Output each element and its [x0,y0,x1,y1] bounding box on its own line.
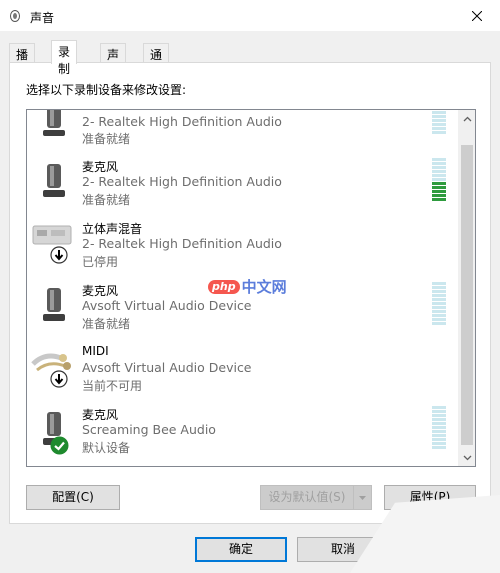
tab-sounds[interactable]: 声音 [100,43,127,79]
device-name: MIDI [82,344,109,358]
scroll-up-button[interactable] [459,110,475,127]
chevron-down-icon [359,495,366,500]
device-status: 当前不可用 [82,379,143,393]
ok-button[interactable]: 确定 [195,537,287,562]
scroll-thumb[interactable] [461,145,473,445]
set-default-button[interactable]: 设为默认值(S) [260,485,372,510]
set-default-dropdown[interactable] [353,486,371,509]
device-status: 准备就绪 [82,132,131,146]
device-name: 立体声混音 [82,222,143,236]
configure-button[interactable]: 配置(C) [26,485,120,510]
watermark-badge: php [208,279,240,294]
device-item[interactable]: 立体声混音 2- Realtek High Definition Audio 已… [27,220,459,282]
chevron-down-icon [463,455,472,460]
microphone-icon [43,110,65,136]
tab-recording[interactable]: 录制 [51,40,78,76]
device-status: 准备就绪 [82,193,131,207]
vertical-scrollbar[interactable] [458,110,475,466]
window-title: 声音 [30,11,55,25]
device-driver: 2- Realtek High Definition Audio [82,174,282,189]
microphone-icon [43,288,65,321]
tab-communications[interactable]: 通信 [143,43,170,79]
set-default-label: 设为默认值(S) [268,490,346,504]
watermark-text: 中文网 [241,278,287,296]
device-item[interactable]: MIDI Avsoft Virtual Audio Device 当前不可用 [27,344,459,406]
disabled-arrow-icon [50,246,68,264]
title-bar: 声音 [0,0,500,32]
watermark-logo: php 中文网 [208,276,287,297]
close-icon [472,11,482,21]
chevron-up-icon [463,116,472,121]
device-name: 麦克风 [82,160,119,174]
level-meter [432,282,446,327]
tab-playback[interactable]: 播放 [9,43,36,79]
device-status: 已停用 [82,255,119,269]
close-button[interactable] [454,0,500,32]
level-meter [432,158,446,203]
device-status: 准备就绪 [82,317,131,331]
level-meter [432,406,446,451]
device-driver: Screaming Bee Audio [82,422,216,437]
microphone-icon [43,164,65,197]
device-driver: 2- Realtek High Definition Audio [82,236,282,251]
device-driver: Avsoft Virtual Audio Device [82,360,252,375]
device-name: 麦克风 [82,408,119,422]
device-item[interactable]: 麦克风 Screaming Bee Audio 默认设备 [27,406,459,466]
speaker-icon [10,10,20,22]
default-check-icon [50,436,69,455]
device-status: 默认设备 [82,441,131,455]
scroll-down-button[interactable] [459,449,475,466]
device-name: 麦克风 [82,284,119,298]
instruction-text: 选择以下录制设备来修改设置: [26,83,187,97]
level-meter [432,110,446,137]
device-driver: 2- Realtek High Definition Audio [82,114,282,129]
disabled-arrow-icon [50,370,68,388]
device-item[interactable]: 麦克风 2- Realtek High Definition Audio 准备就… [27,158,459,220]
device-driver: Avsoft Virtual Audio Device [82,298,252,313]
